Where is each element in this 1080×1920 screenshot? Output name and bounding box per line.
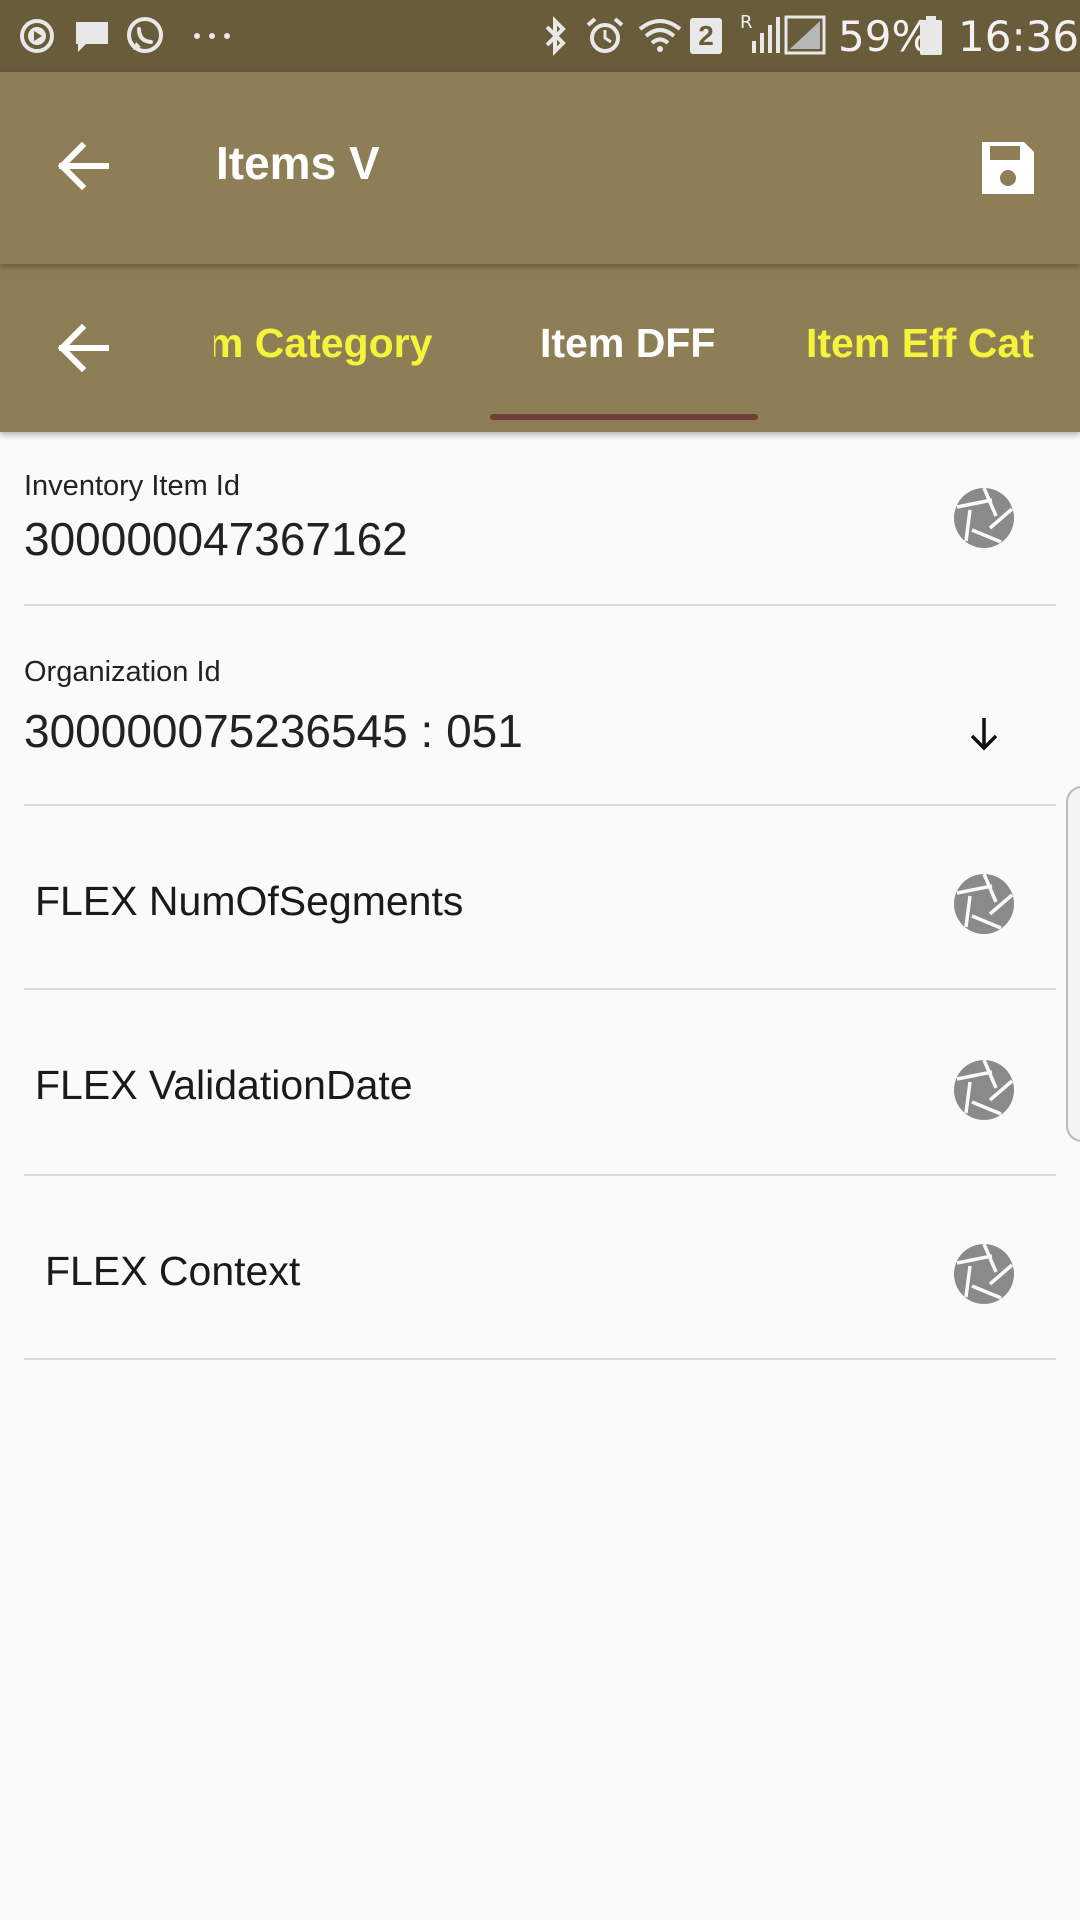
inventory-item-id-label: Inventory Item Id [24, 470, 240, 502]
battery-icon [918, 14, 944, 58]
tab-strip: Item Category Item DFF Item Eff Category [214, 264, 1034, 432]
flex-context-label: FLEX Context [45, 1248, 301, 1294]
flex-num-of-segments-label: FLEX NumOfSegments [35, 878, 464, 924]
organization-id-value[interactable]: 300000075236545 : 051 [24, 704, 523, 758]
sim-badge: 2 [690, 18, 722, 54]
status-bar: 2 R 59% 16:36 [0, 0, 1080, 72]
flex-context-row[interactable]: FLEX Context [24, 1176, 1056, 1360]
tab-bar: Item Category Item DFF Item Eff Category [0, 264, 1080, 432]
tab-item-eff-category[interactable]: Item Eff Category [806, 320, 1034, 367]
arrow-back-icon[interactable] [48, 130, 120, 202]
arrow-back-icon[interactable] [48, 312, 120, 384]
alarm-icon [584, 14, 626, 58]
save-icon[interactable] [978, 138, 1038, 198]
flex-validation-date-row[interactable]: FLEX ValidationDate [24, 990, 1056, 1176]
wifi-icon [636, 14, 684, 58]
chat-bubble-icon [72, 14, 112, 58]
aperture-icon[interactable] [952, 1058, 1016, 1122]
whatsapp-icon [124, 14, 166, 58]
arrow-down-icon[interactable] [964, 714, 1004, 754]
flex-num-of-segments-row[interactable]: FLEX NumOfSegments [24, 806, 1056, 990]
tab-item-category[interactable]: Item Category [214, 320, 432, 367]
aperture-icon[interactable] [952, 1242, 1016, 1306]
more-dots-icon [192, 14, 232, 58]
edge-panel-handle[interactable] [1066, 786, 1080, 1142]
bluetooth-icon [538, 14, 572, 58]
organization-id-label: Organization Id [24, 656, 221, 688]
inventory-item-id-value[interactable]: 300000047367162 [24, 512, 408, 566]
play-circle-icon [18, 14, 56, 58]
aperture-icon[interactable] [952, 872, 1016, 936]
aperture-icon[interactable] [952, 486, 1016, 550]
inventory-item-id-row[interactable]: Inventory Item Id 300000047367162 [24, 432, 1056, 606]
app-bar: Items V [0, 72, 1080, 264]
signal-icon [750, 14, 830, 58]
organization-id-row[interactable]: Organization Id 300000075236545 : 051 [24, 606, 1056, 806]
flex-validation-date-label: FLEX ValidationDate [35, 1062, 413, 1108]
tab-item-dff[interactable]: Item DFF [540, 320, 715, 367]
page-title: Items V [216, 137, 380, 189]
clock: 16:36 [958, 12, 1080, 61]
active-tab-indicator [490, 414, 758, 420]
